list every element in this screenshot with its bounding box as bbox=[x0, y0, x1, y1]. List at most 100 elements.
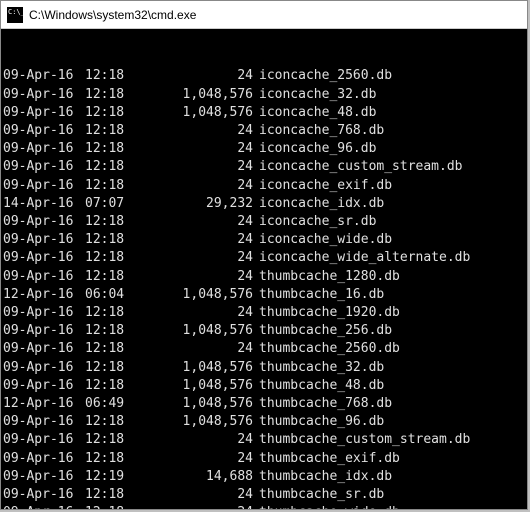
file-size: 24 bbox=[143, 213, 253, 231]
file-size: 1,048,576 bbox=[143, 86, 253, 104]
file-date: 09-Apr-16 bbox=[3, 431, 75, 449]
file-time: 07:07 bbox=[85, 195, 133, 213]
file-row: 12-Apr-1606:491,048,576thumbcache_768.db bbox=[3, 395, 527, 413]
file-date: 09-Apr-16 bbox=[3, 377, 75, 395]
file-date: 09-Apr-16 bbox=[3, 213, 75, 231]
file-time: 12:18 bbox=[85, 413, 133, 431]
file-size: 1,048,576 bbox=[143, 286, 253, 304]
file-row: 09-Apr-16 12:18 24 iconcache_sr.db bbox=[3, 213, 527, 231]
file-row: 09-Apr-16 12:18 24 thumbcache_sr.db bbox=[3, 486, 527, 504]
file-time: 12:18 bbox=[85, 304, 133, 322]
file-name: iconcache_custom_stream.db bbox=[259, 159, 463, 174]
file-name: thumbcache_16.db bbox=[259, 287, 384, 302]
file-time: 12:18 bbox=[85, 504, 133, 509]
file-size: 24 bbox=[143, 67, 253, 85]
file-size: 1,048,576 bbox=[143, 104, 253, 122]
file-date: 09-Apr-16 bbox=[3, 140, 75, 158]
file-date: 09-Apr-16 bbox=[3, 122, 75, 140]
file-date: 09-Apr-16 bbox=[3, 486, 75, 504]
file-size: 24 bbox=[143, 486, 253, 504]
file-size: 24 bbox=[143, 504, 253, 509]
file-date: 09-Apr-16 bbox=[3, 177, 75, 195]
file-time: 12:18 bbox=[85, 231, 133, 249]
file-time: 12:18 bbox=[85, 67, 133, 85]
file-time: 12:18 bbox=[85, 177, 133, 195]
file-row: 09-Apr-1612:1824thumbcache_custom_stream… bbox=[3, 431, 527, 449]
cmd-icon bbox=[7, 7, 23, 23]
file-size: 24 bbox=[143, 177, 253, 195]
file-name: thumbcache_1280.db bbox=[259, 269, 400, 284]
file-time: 12:18 bbox=[85, 249, 133, 267]
file-size: 24 bbox=[143, 158, 253, 176]
file-date: 09-Apr-16 bbox=[3, 340, 75, 358]
file-size: 24 bbox=[143, 340, 253, 358]
file-name: thumbcache_wide.db bbox=[259, 505, 400, 509]
file-row: 09-Apr-1612:1824thumbcache_wide.db bbox=[3, 504, 527, 509]
file-name: thumbcache_32.db bbox=[259, 360, 384, 375]
cmd-window: C:\Windows\system32\cmd.exe 09-Apr-1612:… bbox=[0, 0, 528, 510]
file-time: 12:18 bbox=[85, 486, 133, 504]
file-row: 09-Apr-1612:1824iconcache_2560.db bbox=[3, 67, 527, 85]
file-row: 09-Apr-16 12:18 24 thumbcache_1920.db bbox=[3, 304, 527, 322]
file-name: iconcache_exif.db bbox=[259, 178, 392, 193]
file-time: 12:18 bbox=[85, 377, 133, 395]
file-size: 1,048,576 bbox=[143, 413, 253, 431]
file-name: iconcache_wide.db bbox=[259, 232, 392, 247]
file-name: iconcache_96.db bbox=[259, 141, 376, 156]
file-size: 24 bbox=[143, 122, 253, 140]
file-size: 24 bbox=[143, 249, 253, 267]
file-size: 24 bbox=[143, 431, 253, 449]
file-row: 09-Apr-1612:181,048,576thumbcache_256.db bbox=[3, 322, 527, 340]
terminal-output[interactable]: 09-Apr-16 12:18 24 iconcache_2560.db 09-Apr-… bbox=[1, 29, 527, 509]
file-name: thumbcache_48.db bbox=[259, 378, 384, 393]
file-time: 06:49 bbox=[85, 395, 133, 413]
file-size: 24 bbox=[143, 450, 253, 468]
file-name: iconcache_768.db bbox=[259, 123, 384, 138]
file-time: 12:18 bbox=[85, 213, 133, 231]
file-time: 06:04 bbox=[85, 286, 133, 304]
file-name: thumbcache_2560.db bbox=[259, 341, 400, 356]
file-row: 09-Apr-1612:181,048,576thumbcache_32.db bbox=[3, 359, 527, 377]
file-name: iconcache_wide_alternate.db bbox=[259, 250, 470, 265]
file-time: 12:18 bbox=[85, 268, 133, 286]
file-name: iconcache_sr.db bbox=[259, 214, 376, 229]
file-name: thumbcache_1920.db bbox=[259, 305, 400, 320]
titlebar[interactable]: C:\Windows\system32\cmd.exe bbox=[1, 1, 527, 29]
file-date: 09-Apr-16 bbox=[3, 249, 75, 267]
file-size: 24 bbox=[143, 304, 253, 322]
file-row: 14-Apr-1607:0729,232iconcache_idx.db bbox=[3, 195, 527, 213]
file-row: 09-Apr-16 12:18 24 iconcache_96.db bbox=[3, 140, 527, 158]
file-size: 24 bbox=[143, 268, 253, 286]
file-row: 09-Apr-1612:181,048,576thumbcache_48.db bbox=[3, 377, 527, 395]
file-size: 24 bbox=[143, 140, 253, 158]
file-row: 09-Apr-1612:1824thumbcache_1280.db bbox=[3, 268, 527, 286]
file-time: 12:18 bbox=[85, 431, 133, 449]
file-name: thumbcache_exif.db bbox=[259, 451, 400, 466]
file-date: 09-Apr-16 bbox=[3, 304, 75, 322]
file-name: thumbcache_96.db bbox=[259, 414, 384, 429]
file-time: 12:18 bbox=[85, 86, 133, 104]
file-time: 12:18 bbox=[85, 340, 133, 358]
file-name: iconcache_48.db bbox=[259, 105, 376, 120]
file-date: 09-Apr-16 bbox=[3, 158, 75, 176]
file-date: 09-Apr-16 bbox=[3, 322, 75, 340]
file-row: 09-Apr-16 12:18 24 iconcache_wide_alternate… bbox=[3, 249, 527, 267]
file-row: 09-Apr-16 12:18 24 iconcache_custom_stream.… bbox=[3, 158, 527, 176]
file-name: thumbcache_sr.db bbox=[259, 487, 384, 502]
file-time: 12:18 bbox=[85, 359, 133, 377]
file-time: 12:19 bbox=[85, 468, 133, 486]
file-row: 09-Apr-16 12:18 24 iconcache_wide.db bbox=[3, 231, 527, 249]
file-date: 09-Apr-16 bbox=[3, 231, 75, 249]
file-time: 12:18 bbox=[85, 122, 133, 140]
file-name: thumbcache_256.db bbox=[259, 323, 392, 338]
file-row: 09-Apr-16 12:19 14,688 thumbcache_idx.db bbox=[3, 468, 527, 486]
file-row: 09-Apr-16 12:18 24 iconcache_exif.db bbox=[3, 177, 527, 195]
file-name: iconcache_2560.db bbox=[259, 68, 392, 83]
file-size: 1,048,576 bbox=[143, 359, 253, 377]
file-size: 14,688 bbox=[143, 468, 253, 486]
file-time: 12:18 bbox=[85, 158, 133, 176]
file-size: 24 bbox=[143, 231, 253, 249]
file-name: thumbcache_idx.db bbox=[259, 469, 392, 484]
file-date: 09-Apr-16 bbox=[3, 468, 75, 486]
file-time: 12:18 bbox=[85, 140, 133, 158]
